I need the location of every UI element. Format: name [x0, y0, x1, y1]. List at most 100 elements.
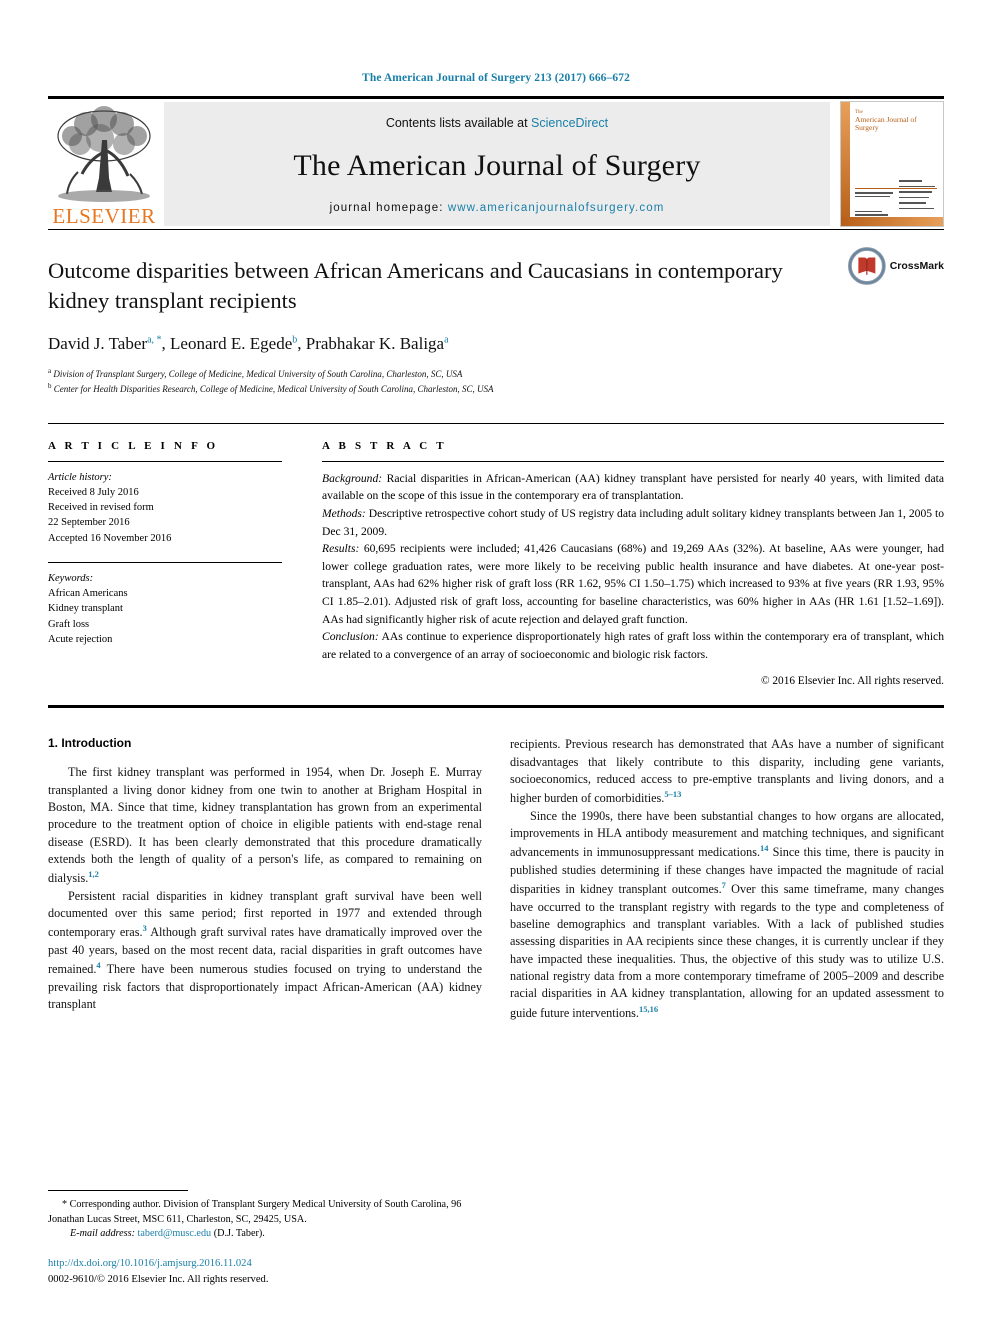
running-head: The American Journal of Surgery 213 (201… — [362, 72, 630, 84]
abstract-methods-text: Descriptive retrospective cohort study o… — [322, 506, 944, 538]
author-3-marks: a — [444, 334, 449, 346]
article-history-item: Received in revised form — [48, 502, 154, 514]
homepage-prefix: journal homepage: — [329, 202, 448, 214]
paragraph-text: recipients. Previous research has demons… — [510, 737, 944, 806]
contents-list-line: Contents lists available at ScienceDirec… — [386, 116, 608, 130]
paragraph-text: The first kidney transplant was performe… — [48, 765, 482, 886]
crossmark-badge[interactable]: CrossMark — [848, 244, 944, 288]
abstract-conclusion-label: Conclusion: — [322, 630, 379, 644]
paragraph-text: There have been numerous studies focused… — [48, 962, 482, 1011]
journal-masthead: ELSEVIER Contents lists available at Sci… — [48, 96, 944, 229]
affiliations: a Division of Transplant Surgery, Colleg… — [48, 366, 944, 397]
keywords-block: Keywords: African Americans Kidney trans… — [48, 571, 282, 647]
citation-ref[interactable]: 5–13 — [664, 789, 681, 799]
paragraph: recipients. Previous research has demons… — [510, 736, 944, 807]
paragraph-text: Over this same timeframe, many changes h… — [510, 882, 945, 1020]
journal-title: The American Journal of Surgery — [293, 149, 701, 182]
abstract-background-text: Racial disparities in African-American (… — [322, 471, 944, 503]
article-info-divider — [48, 460, 282, 462]
abstract-column: A B S T R A C T Background: Racial dispa… — [304, 439, 944, 688]
title-block: CrossMark Outcome disparities between Af… — [48, 229, 944, 397]
email-label: E-mail address: — [70, 1228, 135, 1240]
email-link[interactable]: taberd@musc.edu — [138, 1228, 212, 1239]
footnote-block: * Corresponding author. Division of Tran… — [48, 1190, 472, 1287]
journal-homepage-link[interactable]: www.americanjournalofsurgery.com — [448, 202, 665, 214]
article-history-item: Accepted 16 November 2016 — [48, 532, 172, 544]
paragraph: The first kidney transplant was performe… — [48, 764, 482, 887]
affiliation-b-mark: b — [48, 382, 52, 391]
paragraph: Since the 1990s, there have been substan… — [510, 808, 944, 1022]
body-column-right: recipients. Previous research has demons… — [510, 736, 944, 1022]
sciencedirect-link[interactable]: ScienceDirect — [531, 116, 608, 130]
keyword-item: Kidney transplant — [48, 603, 123, 615]
keyword-item: African Americans — [48, 588, 128, 600]
abstract-body: Background: Racial disparities in Africa… — [322, 470, 944, 664]
cover-title: The American Journal of Surgery — [855, 110, 937, 133]
article-history-label: Article history: — [48, 471, 112, 483]
article-info-column: A R T I C L E I N F O Article history: R… — [48, 440, 304, 688]
corresponding-author-note: * Corresponding author. Division of Tran… — [48, 1198, 472, 1227]
corresponding-author-text: Corresponding author. Division of Transp… — [48, 1199, 462, 1225]
affiliation-a: a Division of Transplant Surgery, Colleg… — [48, 366, 944, 382]
body-columns: 1. Introduction The first kidney transpl… — [48, 736, 944, 1022]
abstract-background-label: Background: — [322, 471, 383, 485]
abstract-results-text: 60,695 recipients were included; 41,426 … — [322, 542, 944, 626]
article-history-item: 22 September 2016 — [48, 517, 130, 529]
author-1: David J. Taber — [48, 333, 148, 353]
keywords-divider — [48, 561, 282, 563]
email-note: E-mail address: taberd@musc.edu (D.J. Ta… — [48, 1227, 472, 1241]
abstract-results: Results: 60,695 recipients were included… — [322, 540, 944, 628]
contents-prefix: Contents lists available at — [385, 116, 532, 130]
author-2-marks: b — [292, 334, 298, 346]
affiliation-b-text: Center for Health Disparities Research, … — [53, 384, 494, 395]
cover-text-block-left — [855, 192, 893, 218]
abstract-conclusion: Conclusion: AAs continue to experience d… — [322, 628, 944, 663]
citation-ref[interactable]: 1,2 — [88, 869, 99, 879]
abstract-methods-label: Methods: — [322, 506, 366, 520]
elsevier-wordmark: ELSEVIER — [52, 204, 156, 228]
cover-left-bar — [841, 102, 850, 226]
keyword-item: Acute rejection — [48, 633, 113, 645]
paragraph: Persistent racial disparities in kidney … — [48, 888, 482, 1013]
cover-title-main: American Journal of Surgery — [855, 114, 917, 133]
doi-link[interactable]: http://dx.doi.org/10.1016/j.amjsurg.2016… — [48, 1256, 472, 1271]
issn-copyright: 0002-9610/© 2016 Elsevier Inc. All right… — [48, 1273, 269, 1285]
cover-text-block-right — [899, 180, 937, 211]
section-heading-introduction: 1. Introduction — [48, 736, 132, 751]
crossmark-label: CrossMark — [889, 260, 944, 272]
masthead-center-panel: Contents lists available at ScienceDirec… — [164, 102, 830, 226]
article-history: Article history: Received 8 July 2016 Re… — [48, 470, 282, 546]
article-page: The American Journal of Surgery 213 (201… — [0, 0, 992, 1323]
abstract-results-label: Results: — [322, 542, 360, 556]
affiliation-a-text: Division of Transplant Surgery, College … — [53, 368, 463, 379]
citation-ref[interactable]: 14 — [760, 843, 769, 853]
author-1-marks: a, * — [147, 334, 162, 346]
author-2: Leonard E. Egede — [170, 333, 293, 353]
section-rule — [48, 705, 944, 709]
abstract-copyright: © 2016 Elsevier Inc. All rights reserved… — [760, 675, 944, 688]
info-abstract-block: A R T I C L E I N F O Article history: R… — [48, 422, 944, 688]
article-history-item: Received 8 July 2016 — [48, 486, 139, 498]
abstract-heading: A B S T R A C T — [322, 439, 447, 452]
abstract-background: Background: Racial disparities in Africa… — [322, 470, 944, 505]
email-suffix: (D.J. Taber). — [211, 1228, 265, 1240]
affiliation-b: b Center for Health Disparities Research… — [48, 381, 944, 397]
journal-cover-thumbnail: The American Journal of Surgery — [840, 101, 944, 227]
footnote-rule — [48, 1190, 188, 1192]
author-3: Prabhakar K. Baliga — [305, 333, 445, 353]
abstract-methods: Methods: Descriptive retrospective cohor… — [322, 505, 944, 540]
author-list: David J. Tabera, *, Leonard E. Egedeb, P… — [48, 333, 449, 353]
affiliation-a-mark: a — [48, 366, 52, 375]
body-column-left: 1. Introduction The first kidney transpl… — [48, 736, 482, 1022]
keyword-item: Graft loss — [48, 618, 90, 630]
cover-bottom-bar — [841, 217, 943, 226]
abstract-divider — [322, 460, 944, 462]
elsevier-tree-icon — [52, 106, 156, 206]
keywords-label: Keywords: — [48, 572, 94, 584]
elsevier-logo: ELSEVIER — [48, 99, 160, 229]
article-info-heading: A R T I C L E I N F O — [48, 439, 219, 452]
citation-ref[interactable]: 15,16 — [639, 1004, 658, 1014]
crossmark-icon — [848, 247, 886, 285]
abstract-conclusion-text: AAs continue to experience disproportion… — [322, 630, 944, 661]
page-title: Outcome disparities between African Amer… — [48, 258, 783, 314]
